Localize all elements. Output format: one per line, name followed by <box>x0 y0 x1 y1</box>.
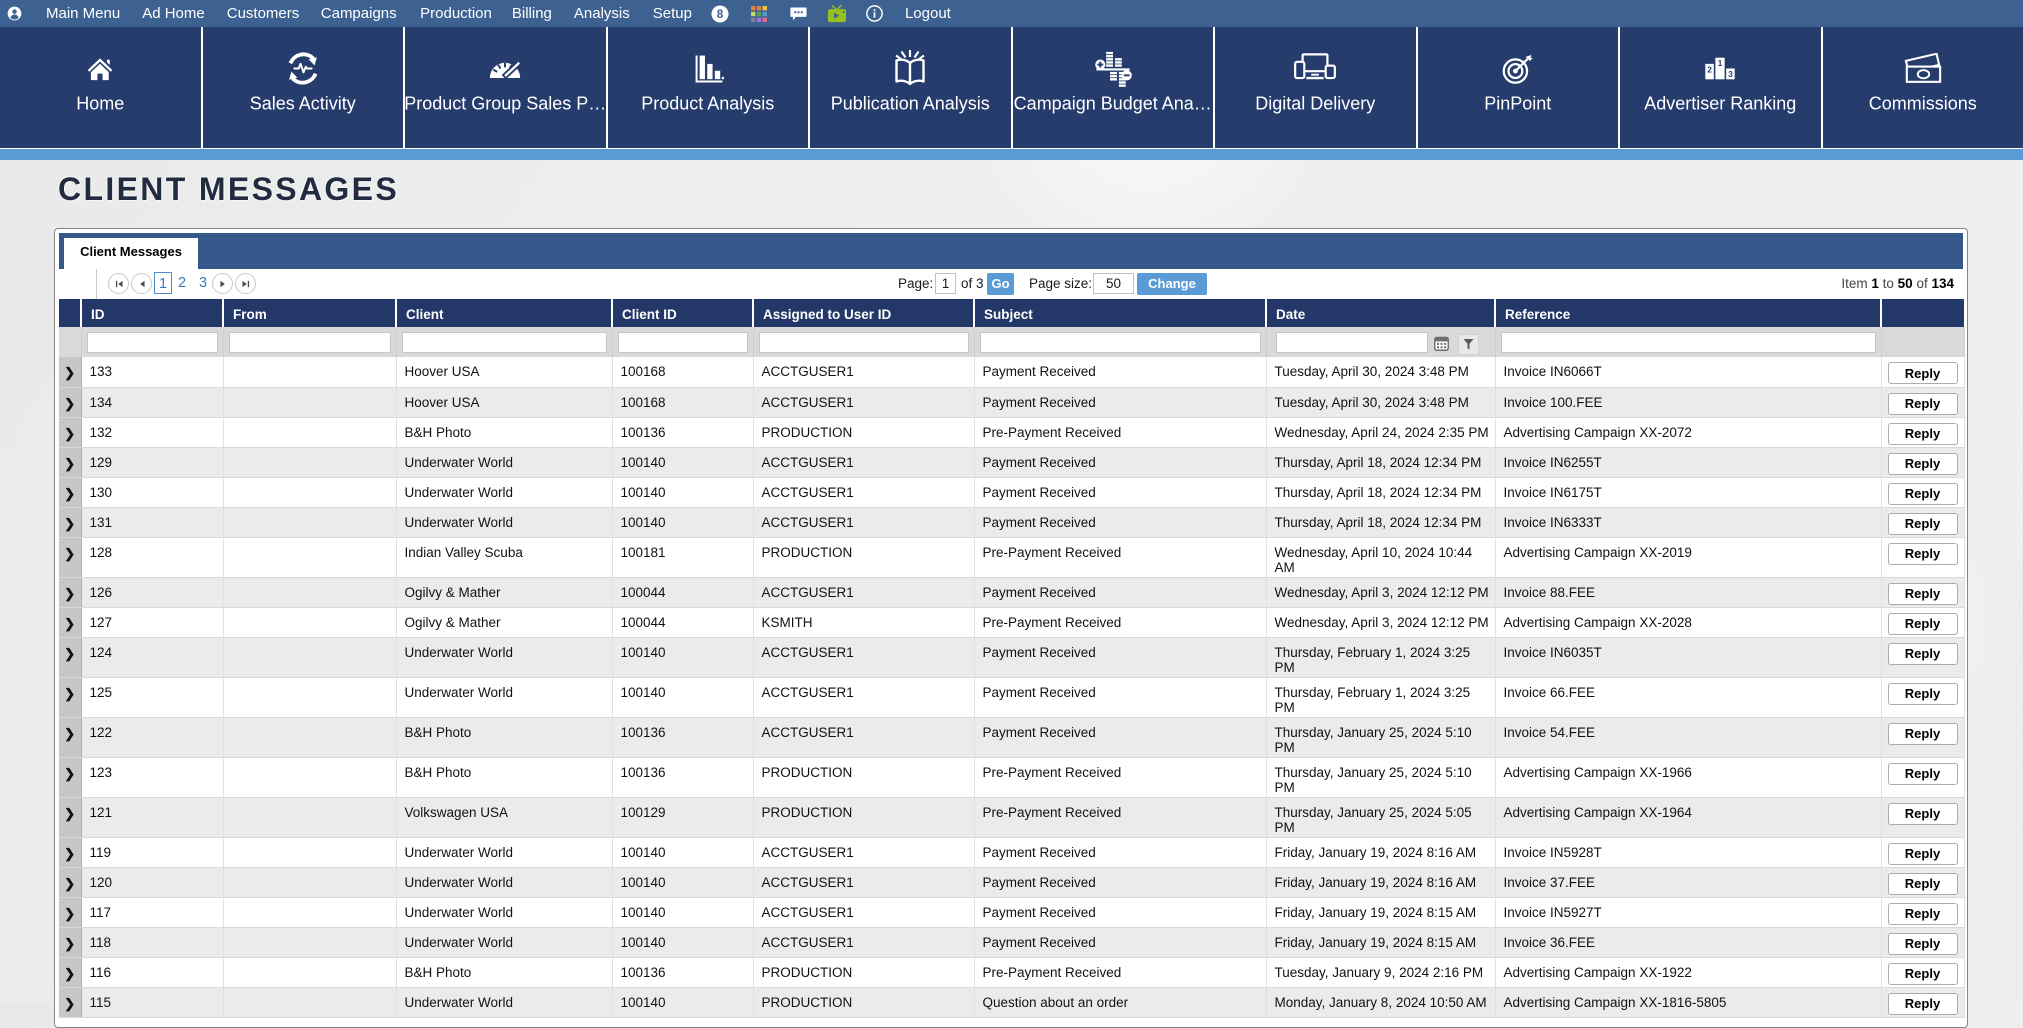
svg-text:1: 1 <box>1718 58 1723 68</box>
svg-text:8: 8 <box>717 8 724 21</box>
svg-text:2: 2 <box>1707 64 1712 74</box>
svg-text:3: 3 <box>1728 69 1733 79</box>
